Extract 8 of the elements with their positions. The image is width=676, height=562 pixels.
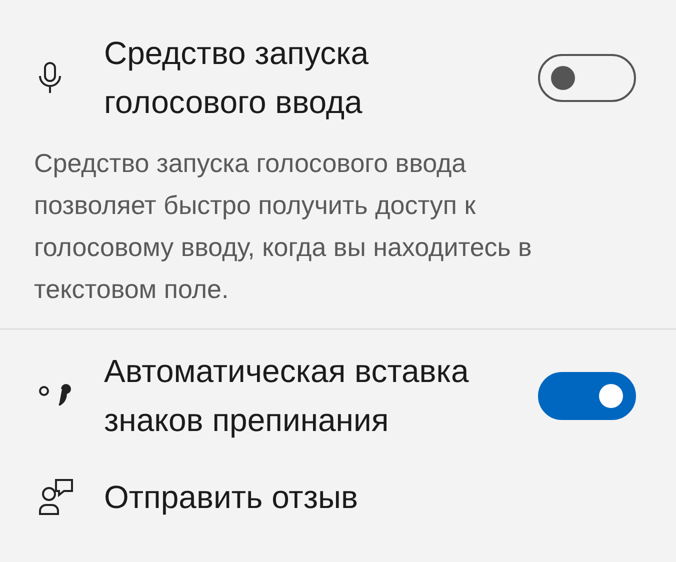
setting-title: Средство запуска голосового ввода <box>104 34 370 122</box>
setting-title: Автоматическая вставка знаков препинания <box>104 352 470 440</box>
feedback-link[interactable]: Отправить отзыв <box>104 472 504 522</box>
toggle-switch[interactable] <box>538 54 636 102</box>
microphone-icon <box>38 61 62 95</box>
feedback-icon <box>38 478 76 516</box>
toggle-switch[interactable] <box>538 372 636 420</box>
setting-description: Средство запуска голосового ввода позволяет быстро получить доступ к голосовому вводу, когда вы находитесь в текстовом поле. <box>34 147 533 306</box>
